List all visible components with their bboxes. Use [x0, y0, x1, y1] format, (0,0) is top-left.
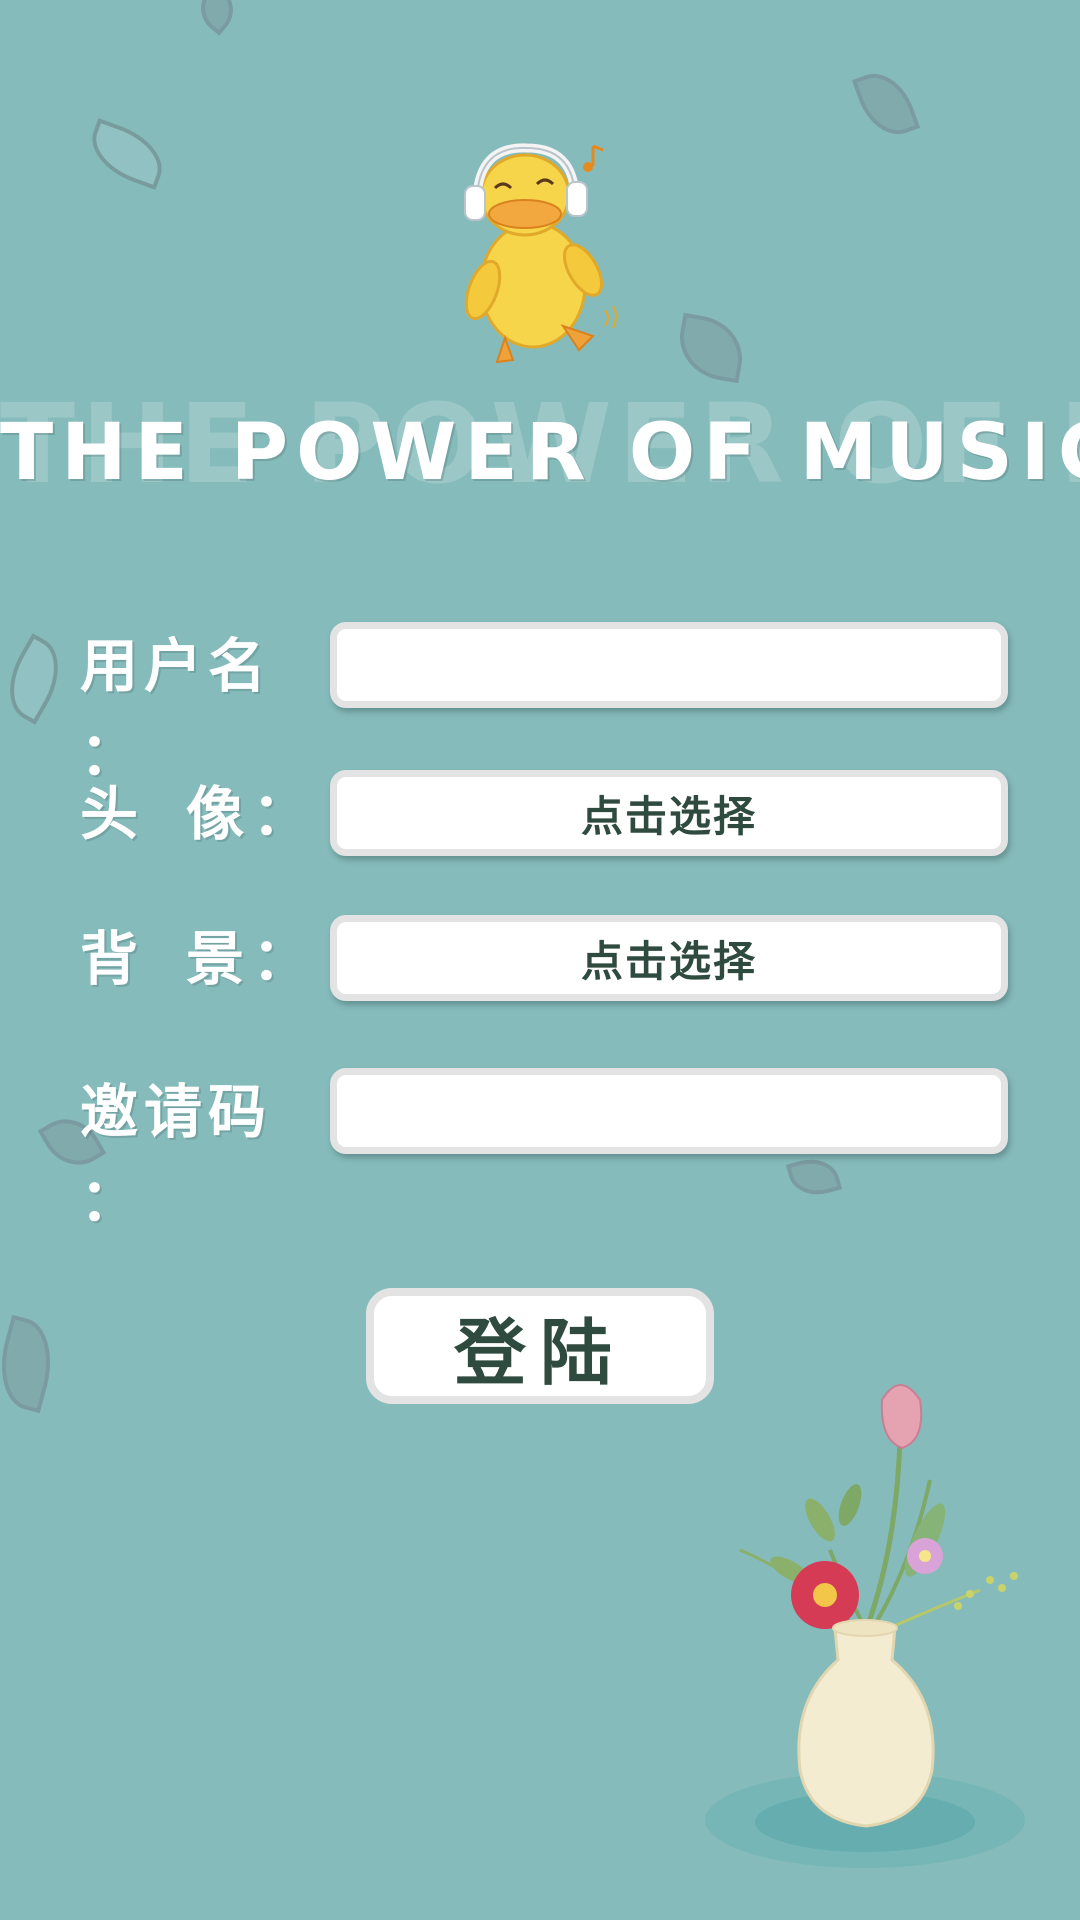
flower-vase-icon	[705, 1384, 1025, 1868]
invite-label-char: 码	[208, 1078, 273, 1146]
leaf-icon	[190, 0, 244, 36]
background-label-char: 背	[80, 925, 139, 993]
leaf-icon	[785, 1152, 843, 1202]
invite-code-input[interactable]	[337, 1075, 1001, 1147]
avatar-label-colon: ：	[251, 780, 310, 848]
invite-code-label: 邀请码 ：	[80, 1068, 310, 1234]
leaf-icon	[851, 63, 921, 145]
login-button[interactable]: 登陆	[366, 1288, 714, 1404]
username-input[interactable]	[337, 629, 1001, 701]
username-label-char: 用	[80, 632, 145, 700]
username-label-char: 名	[208, 632, 273, 700]
page-title: THE POWER OF MUSIC	[0, 408, 1080, 498]
background-select-button[interactable]: 点击选择	[330, 915, 1008, 1001]
avatar-label: 头像：	[80, 770, 310, 858]
invite-label-colon: ：	[80, 1166, 145, 1234]
background-label-colon: ：	[251, 925, 310, 993]
username-label: 用户名：	[80, 622, 310, 788]
duck-with-headphones-icon	[464, 143, 617, 364]
invite-label-char: 邀	[80, 1078, 145, 1146]
leaf-icon	[0, 633, 75, 725]
avatar-select-button[interactable]: 点击选择	[330, 770, 1008, 856]
leaf-icon	[82, 118, 172, 190]
username-field[interactable]	[330, 622, 1008, 708]
avatar-label-char: 像	[185, 780, 244, 848]
invite-label-char: 请	[144, 1078, 209, 1146]
invite-code-field[interactable]	[330, 1068, 1008, 1154]
leaf-icon	[673, 312, 749, 384]
background-label: 背景：	[80, 915, 310, 1003]
avatar-label-char: 头	[80, 780, 139, 848]
leaf-icon	[0, 1314, 63, 1414]
background-label-char: 景	[185, 925, 244, 993]
username-label-char: 户	[144, 632, 209, 700]
